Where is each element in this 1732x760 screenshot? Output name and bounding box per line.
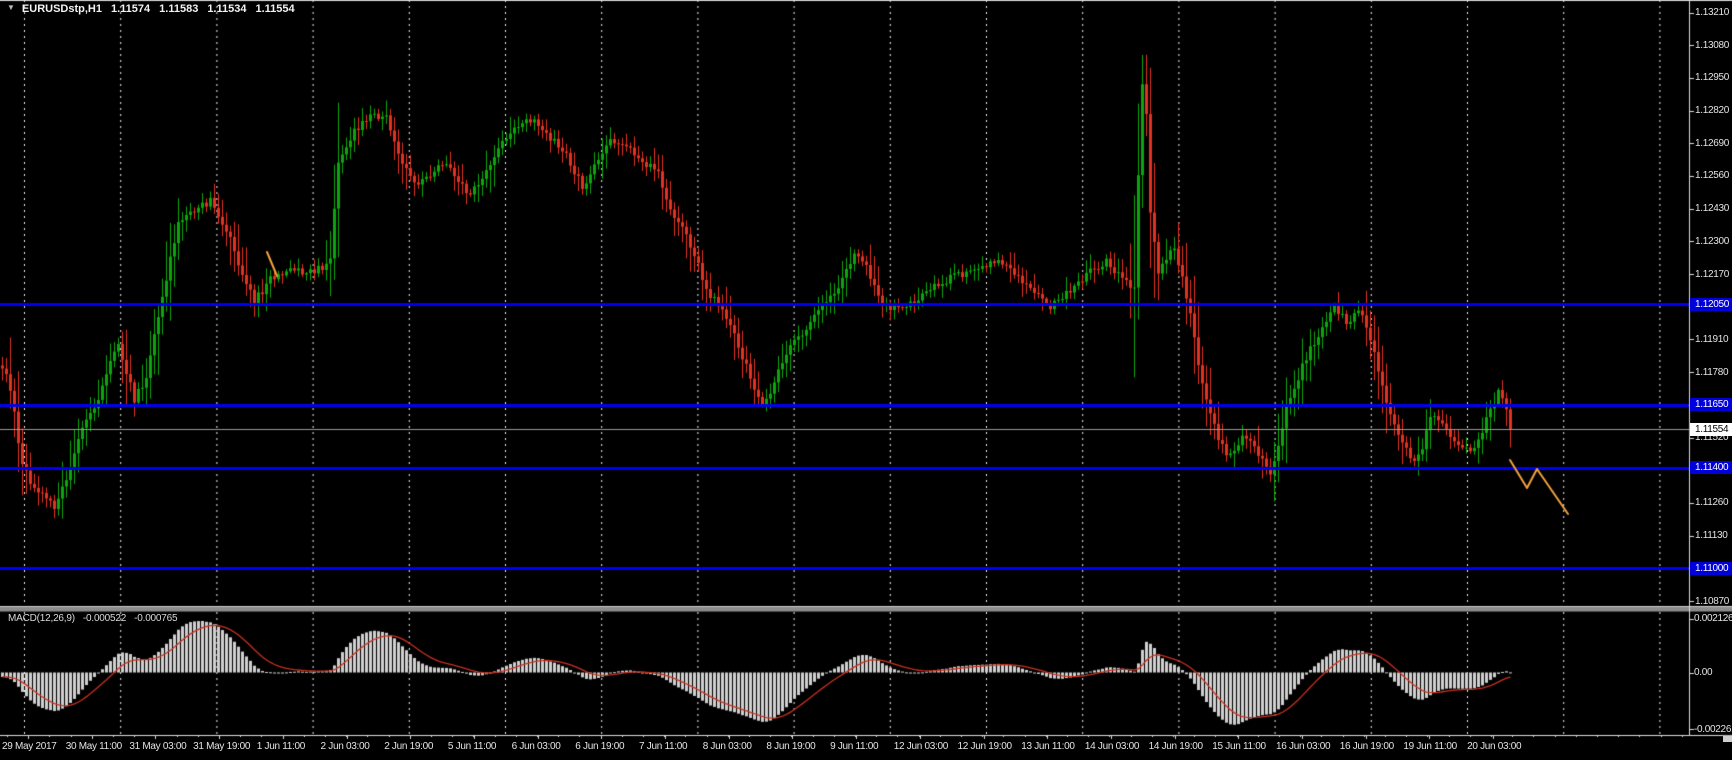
macd-indicator-label: MACD(12,26,9) -0.000522 -0.000765 bbox=[8, 613, 185, 624]
price-axis-label: 1.12690 bbox=[1695, 138, 1729, 149]
low-value: 1.11534 bbox=[207, 3, 246, 15]
macd-axis-label: -0.002261 bbox=[1694, 724, 1732, 735]
time-axis-label: 5 Jun 11:00 bbox=[448, 741, 496, 752]
macd-axis-label: 0.00 bbox=[1694, 667, 1712, 678]
time-axis-label: 31 May 19:00 bbox=[193, 741, 250, 752]
price-axis-label: 1.11130 bbox=[1695, 530, 1728, 541]
time-axis-label: 15 Jun 11:00 bbox=[1212, 741, 1266, 752]
level-price-tag: 1.11650 bbox=[1690, 398, 1732, 411]
symbol-period-label: EURUSDstp,H1 bbox=[22, 3, 102, 15]
price-axis-label: 1.12170 bbox=[1695, 269, 1729, 280]
price-axis-label: 1.12820 bbox=[1695, 105, 1729, 116]
chart-canvas[interactable] bbox=[0, 0, 1732, 760]
price-axis-label: 1.13080 bbox=[1695, 40, 1729, 51]
axis-corner bbox=[1723, 736, 1732, 742]
time-axis-label: 14 Jun 03:00 bbox=[1085, 741, 1139, 752]
time-axis-label: 6 Jun 03:00 bbox=[512, 741, 561, 752]
level-price-tag: 1.11000 bbox=[1690, 562, 1732, 575]
price-axis-label: 1.12950 bbox=[1695, 72, 1729, 83]
price-axis-label: 1.11780 bbox=[1695, 367, 1728, 378]
time-axis-label: 9 Jun 11:00 bbox=[830, 741, 878, 752]
chart-title: ▼ EURUSDstp,H1 1.11574 1.11583 1.11534 1.1155… bbox=[7, 3, 295, 15]
close-value: 1.11554 bbox=[255, 3, 294, 15]
current-price-tag: 1.11554 bbox=[1690, 423, 1732, 436]
price-axis-label: 1.12430 bbox=[1695, 203, 1729, 214]
mt4-chart-window: ▼ EURUSDstp,H1 1.11574 1.11583 1.11534 1.1155… bbox=[0, 0, 1732, 760]
macd-value: -0.000522 bbox=[83, 613, 126, 624]
time-axis-label: 2 Jun 19:00 bbox=[384, 741, 433, 752]
time-axis-label: 1 Jun 11:00 bbox=[257, 741, 305, 752]
time-axis-label: 16 Jun 03:00 bbox=[1276, 741, 1330, 752]
time-axis-label: 13 Jun 11:00 bbox=[1021, 741, 1075, 752]
time-axis-label: 6 Jun 19:00 bbox=[575, 741, 624, 752]
time-axis-label: 31 May 03:00 bbox=[129, 741, 186, 752]
macd-axis-label: 0.002126 bbox=[1694, 613, 1732, 624]
symbol-dropdown-icon[interactable]: ▼ bbox=[7, 3, 15, 12]
time-axis-label: 8 Jun 03:00 bbox=[703, 741, 752, 752]
time-axis-label: 12 Jun 19:00 bbox=[958, 741, 1012, 752]
price-axis-label: 1.12560 bbox=[1695, 170, 1729, 181]
time-axis-label: 16 Jun 19:00 bbox=[1340, 741, 1394, 752]
time-axis-label: 19 Jun 11:00 bbox=[1403, 741, 1457, 752]
time-axis-label: 14 Jun 19:00 bbox=[1149, 741, 1203, 752]
price-axis-label: 1.12300 bbox=[1695, 236, 1729, 247]
level-price-tag: 1.12050 bbox=[1690, 298, 1732, 311]
price-axis-label: 1.13210 bbox=[1695, 7, 1729, 18]
time-axis-label: 20 Jun 03:00 bbox=[1467, 741, 1521, 752]
macd-signal-value: -0.000765 bbox=[134, 613, 177, 624]
macd-name: MACD(12,26,9) bbox=[8, 613, 75, 624]
level-price-tag: 1.11400 bbox=[1690, 461, 1732, 474]
time-axis-label: 29 May 2017 bbox=[2, 741, 57, 752]
open-value: 1.11574 bbox=[111, 3, 150, 15]
time-axis-label: 8 Jun 19:00 bbox=[766, 741, 815, 752]
price-axis-label: 1.11260 bbox=[1695, 497, 1728, 508]
time-axis-label: 2 Jun 03:00 bbox=[321, 741, 370, 752]
price-axis-label: 1.11910 bbox=[1695, 334, 1728, 345]
price-axis-label: 1.10870 bbox=[1695, 596, 1729, 607]
time-axis-label: 7 Jun 11:00 bbox=[639, 741, 687, 752]
time-axis-label: 30 May 11:00 bbox=[66, 741, 122, 752]
time-axis-label: 12 Jun 03:00 bbox=[894, 741, 948, 752]
high-value: 1.11583 bbox=[159, 3, 198, 15]
